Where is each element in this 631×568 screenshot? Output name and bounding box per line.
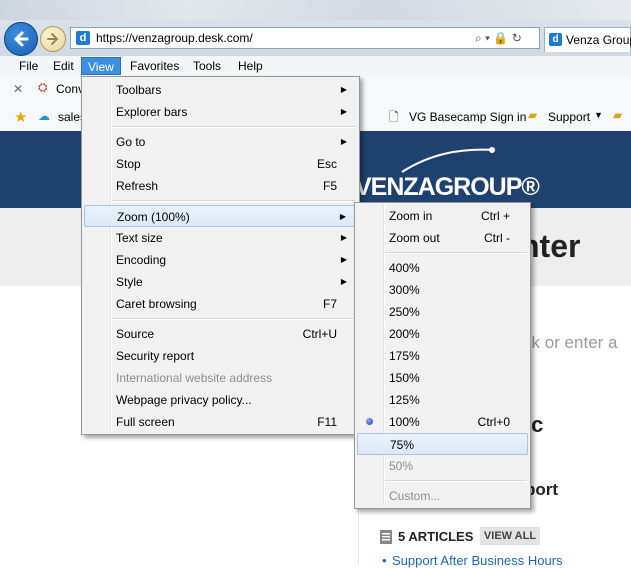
menu-edit[interactable]: Edit [47,57,80,75]
menu-item-security-report[interactable]: Security report [84,345,357,367]
menu-file[interactable]: File [13,57,44,75]
basecamp-page-icon: 🗋 [389,110,399,124]
folder-icon: ▰ [613,108,623,122]
close-icon[interactable]: ✕ [13,82,23,96]
favorite-support-folder[interactable]: Support [548,110,590,124]
pdf-convert-icon: ⛭ [38,80,48,94]
submenu-arrow-icon: ▶ [340,137,347,146]
submenu-arrow-icon: ▶ [340,85,347,94]
chevron-down-icon[interactable]: ▼ [594,110,603,120]
menu-item-stop[interactable]: Stop Esc [84,153,357,175]
submenu-arrow-icon: ▶ [340,255,347,264]
menu-item-zoom-250[interactable]: 250% [357,301,528,323]
menu-item-zoom-50: 50% [389,459,414,473]
menu-separator [385,480,527,482]
menu-item-zoom-custom[interactable]: Custom... [357,485,528,507]
site-favicon-icon: d [76,31,90,45]
articles-count: 5 ARTICLES [398,529,474,544]
back-button[interactable] [4,22,38,56]
menu-item-zoom[interactable]: Zoom (100%) ▶ [84,205,357,227]
menu-item-refresh[interactable]: Refresh F5 [84,175,357,197]
menu-item-go-to[interactable]: Go to ▶ [84,131,357,153]
menu-item-zoom-in[interactable]: Zoom in Ctrl + [357,205,528,227]
menu-separator [385,252,527,254]
menu-item-privacy-policy[interactable]: Webpage privacy policy... [84,389,357,411]
folder-icon: ▰ [528,108,538,122]
menu-item-zoom-300[interactable]: 300% [357,279,528,301]
menu-item-zoom-out[interactable]: Zoom out Ctrl - [357,227,528,249]
tab-title[interactable]: Venza Group [566,33,631,47]
view-menu: Toolbars ▶ Explorer bars ▶ Go to ▶ Stop Esc … [81,76,360,435]
menu-item-zoom-125[interactable]: 125% [357,389,528,411]
menu-item-full-screen[interactable]: Full screen F11 [84,411,357,433]
menu-separator [112,126,356,128]
blurred-toolbar-strip [0,0,631,20]
menu-item-international-address: International website address [116,371,273,385]
url-text[interactable]: https://venzagroup.desk.com/ [96,31,253,45]
menu-help[interactable]: Help [232,57,269,75]
document-list-icon [380,530,392,544]
salesforce-cloud-icon: ☁ [38,109,50,123]
address-actions-icons[interactable]: ⌕ ▾ 🔒 ↻ [475,31,522,46]
menu-item-zoom-200[interactable]: 200% [357,323,528,345]
menu-item-explorer-bars[interactable]: Explorer bars ▶ [84,101,357,123]
venza-logo[interactable]: VENZAGROUP® [355,173,540,202]
submenu-arrow-icon: ▶ [339,212,346,221]
menu-view[interactable]: View [81,57,121,75]
menu-item-text-size[interactable]: Text size ▶ [84,227,357,249]
menu-separator [112,318,356,320]
radio-selected-icon [366,418,373,425]
view-all-button[interactable]: VIEW ALL [480,527,540,545]
menu-tools[interactable]: Tools [187,57,227,75]
submenu-arrow-icon: ▶ [340,233,347,242]
forward-arrow-icon [47,33,59,45]
menu-item-caret-browsing[interactable]: Caret browsing F7 [84,293,357,315]
menu-item-source[interactable]: Source Ctrl+U [84,323,357,345]
zoom-submenu: Zoom in Ctrl + Zoom out Ctrl - 400% 300% 2… [354,202,531,509]
menu-favorites[interactable]: Favorites [124,57,185,75]
menu-item-encoding[interactable]: Encoding ▶ [84,249,357,271]
forward-button[interactable] [40,26,66,52]
tab-favicon-icon: d [549,33,562,46]
favorites-star-icon[interactable]: ★ [14,108,27,126]
menu-separator [112,200,356,202]
menu-item-zoom-100[interactable]: 100% Ctrl+0 [357,411,528,433]
menu-item-zoom-75[interactable]: 75% [357,433,528,455]
submenu-arrow-icon: ▶ [340,107,347,116]
search-input[interactable]: sk or enter a [523,333,618,353]
submenu-arrow-icon: ▶ [340,277,347,286]
menu-item-toolbars[interactable]: Toolbars ▶ [84,79,357,101]
favorite-basecamp[interactable]: VG Basecamp Sign in [409,110,526,124]
menu-item-zoom-150[interactable]: 150% [357,367,528,389]
menu-item-style[interactable]: Style ▶ [84,271,357,293]
menu-item-zoom-400[interactable]: 400% [357,257,528,279]
menu-item-zoom-175[interactable]: 175% [357,345,528,367]
convert-button[interactable]: Conv [56,82,84,96]
back-arrow-icon [14,31,29,47]
